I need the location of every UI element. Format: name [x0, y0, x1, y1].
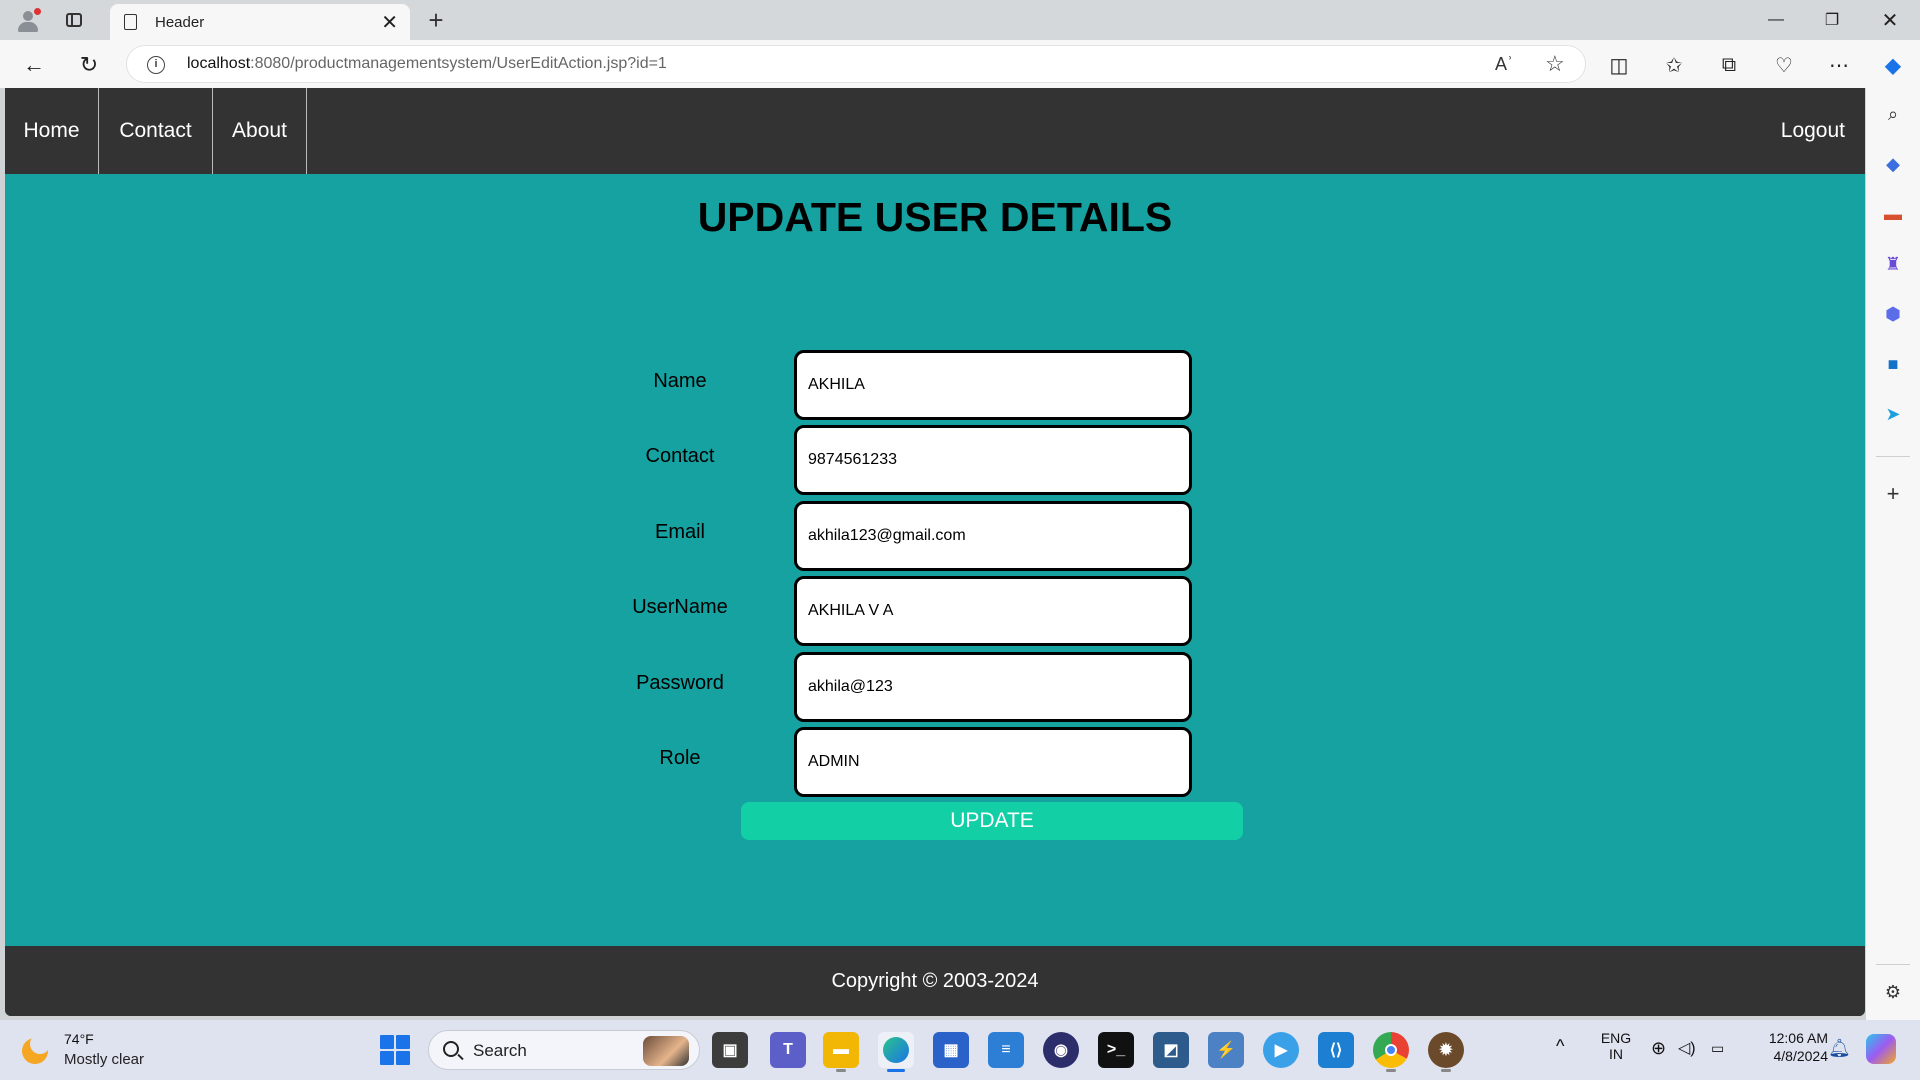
region-code: IN	[1609, 1046, 1623, 1062]
clock-time: 12:06 AM	[1768, 1030, 1828, 1046]
edge-icon[interactable]	[878, 1032, 914, 1072]
more-menu-icon[interactable]: ⋯	[1822, 48, 1856, 82]
volume-icon[interactable]: ◁)	[1678, 1038, 1696, 1080]
nav-logout[interactable]: Logout	[1781, 88, 1845, 174]
edge-sidebar: ⌕ ◆ ▬ ♜ ⬢ ■ ➤ + ⚙	[1866, 88, 1920, 1020]
vscode-icon[interactable]: ⟨⟩	[1318, 1032, 1354, 1068]
search-highlight-image	[643, 1036, 689, 1066]
page-icon	[124, 14, 137, 30]
favorite-star-icon[interactable]: ☆	[1545, 51, 1565, 77]
outlook-icon[interactable]: ■	[1881, 352, 1905, 376]
email-label: Email	[654, 521, 705, 543]
copilot-taskbar-icon[interactable]	[1866, 1034, 1896, 1064]
page-footer: Copyright © 2003-2024	[5, 946, 1865, 1016]
search-icon[interactable]: ⌕	[1881, 102, 1905, 126]
url-field[interactable]: i localhost:8080/productmanagementsystem…	[126, 45, 1586, 83]
collections-icon[interactable]: ⧉	[1712, 48, 1746, 82]
address-bar-row: ← ↻ i localhost:8080/productmanagementsy…	[0, 40, 1920, 88]
tomcat-icon[interactable]: ✹	[1428, 1032, 1464, 1072]
clock[interactable]: 12:06 AM 4/8/2024	[1748, 1030, 1828, 1080]
close-window-icon[interactable]: ✕	[1862, 0, 1918, 40]
nav-home[interactable]: Home	[5, 88, 99, 174]
search-icon	[443, 1041, 459, 1057]
store-icon[interactable]: ▦	[933, 1032, 969, 1068]
back-icon[interactable]: ←	[17, 48, 51, 82]
tab-title: Header	[155, 14, 205, 31]
nav-about[interactable]: About	[213, 88, 307, 174]
username-field[interactable]	[794, 576, 1192, 646]
form-row-contact: Contact	[5, 425, 1865, 495]
weather-condition: Mostly clear	[64, 1051, 145, 1068]
send-icon[interactable]: ➤	[1881, 402, 1905, 426]
contact-label: Contact	[645, 445, 715, 467]
form-row-role: Role	[5, 727, 1865, 797]
nav-contact[interactable]: Contact	[99, 88, 213, 174]
form-row-username: UserName	[5, 576, 1865, 646]
settings-gear-icon[interactable]: ⚙	[1881, 980, 1905, 1004]
games-icon[interactable]: ♜	[1881, 252, 1905, 276]
close-tab-icon[interactable]: ✕	[381, 10, 398, 35]
media-player-icon[interactable]: ▶	[1263, 1032, 1299, 1068]
site-info-icon[interactable]: i	[147, 56, 165, 74]
chrome-icon[interactable]	[1373, 1032, 1409, 1072]
url-text: localhost:8080/productmanagementsystem/U…	[187, 55, 667, 72]
name-label: Name	[653, 370, 707, 392]
read-aloud-icon[interactable]: Aʾ	[1495, 54, 1513, 75]
username-label: UserName	[632, 596, 728, 618]
teams-icon[interactable]: T	[770, 1032, 806, 1068]
password-field[interactable]	[794, 652, 1192, 722]
restore-icon[interactable]: ❐	[1804, 0, 1860, 40]
network-icon[interactable]: ⊕	[1651, 1038, 1666, 1080]
clock-date: 4/8/2024	[1773, 1048, 1829, 1064]
update-button[interactable]: UPDATE	[741, 802, 1243, 840]
tab-actions-icon[interactable]	[58, 4, 90, 36]
weather-temp: 74°F	[64, 1031, 94, 1047]
contact-field[interactable]	[794, 425, 1192, 495]
form-row-name: Name	[5, 350, 1865, 420]
terminal-icon[interactable]: >_	[1098, 1032, 1134, 1068]
new-tab-icon[interactable]: +	[420, 4, 452, 36]
task-view-icon[interactable]: ▣	[712, 1032, 748, 1068]
battery-icon[interactable]: ▭	[1711, 1040, 1724, 1080]
taskbar-search[interactable]: Search	[428, 1030, 700, 1070]
top-navigation: Home Contact About Logout	[5, 88, 1865, 174]
refresh-icon[interactable]: ↻	[72, 48, 106, 82]
minimize-icon[interactable]: —	[1748, 0, 1804, 40]
windows-taskbar: 74°F Mostly clear Search ▣ T ▬ ▦ ≡ ◉ >_ …	[0, 1020, 1920, 1080]
language-code: ENG	[1600, 1030, 1632, 1046]
page-title: UPDATE USER DETAILS	[697, 194, 1173, 240]
browser-tab[interactable]: Header ✕	[110, 4, 410, 40]
profile-icon[interactable]	[12, 4, 44, 36]
password-label: Password	[636, 672, 724, 694]
power-automate-icon[interactable]: ⚡	[1208, 1032, 1244, 1068]
add-icon[interactable]: +	[1881, 481, 1905, 506]
taskbar-search-label: Search	[473, 1041, 527, 1060]
language-indicator[interactable]: ENG IN	[1600, 1030, 1632, 1080]
weather-widget[interactable]: 74°F Mostly clear	[20, 1030, 220, 1070]
copilot-icon[interactable]: ◆	[1876, 48, 1910, 82]
form-row-email: Email	[5, 501, 1865, 571]
favorites-icon[interactable]: ✩	[1657, 48, 1691, 82]
file-explorer-icon[interactable]: ▬	[823, 1032, 859, 1072]
show-hidden-icons[interactable]: ^	[1556, 1036, 1564, 1080]
role-label: Role	[659, 747, 701, 769]
windows-start-icon[interactable]	[380, 1035, 410, 1065]
email-field[interactable]	[794, 501, 1192, 571]
browser-essentials-icon[interactable]: ♡	[1767, 48, 1801, 82]
tools-icon[interactable]: ▬	[1881, 202, 1905, 226]
browser-tab-bar: Header ✕ + — ❐ ✕	[0, 0, 1920, 40]
mysql-icon[interactable]: ◩	[1153, 1032, 1189, 1068]
page-viewport: Home Contact About Logout UPDATE USER DE…	[5, 88, 1865, 1016]
role-field[interactable]	[794, 727, 1192, 797]
split-screen-icon[interactable]: ◫	[1602, 48, 1636, 82]
shopping-icon[interactable]: ◆	[1881, 152, 1905, 176]
notepad-icon[interactable]: ≡	[988, 1032, 1024, 1068]
sidebar-divider	[1876, 964, 1910, 965]
name-field[interactable]	[794, 350, 1192, 420]
eclipse-icon[interactable]: ◉	[1043, 1032, 1079, 1068]
microsoft365-icon[interactable]: ⬢	[1881, 302, 1905, 326]
sidebar-divider	[1876, 456, 1910, 457]
notification-bell-icon[interactable]: 🔔︎	[1828, 1038, 1851, 1080]
form-row-password: Password	[5, 652, 1865, 722]
